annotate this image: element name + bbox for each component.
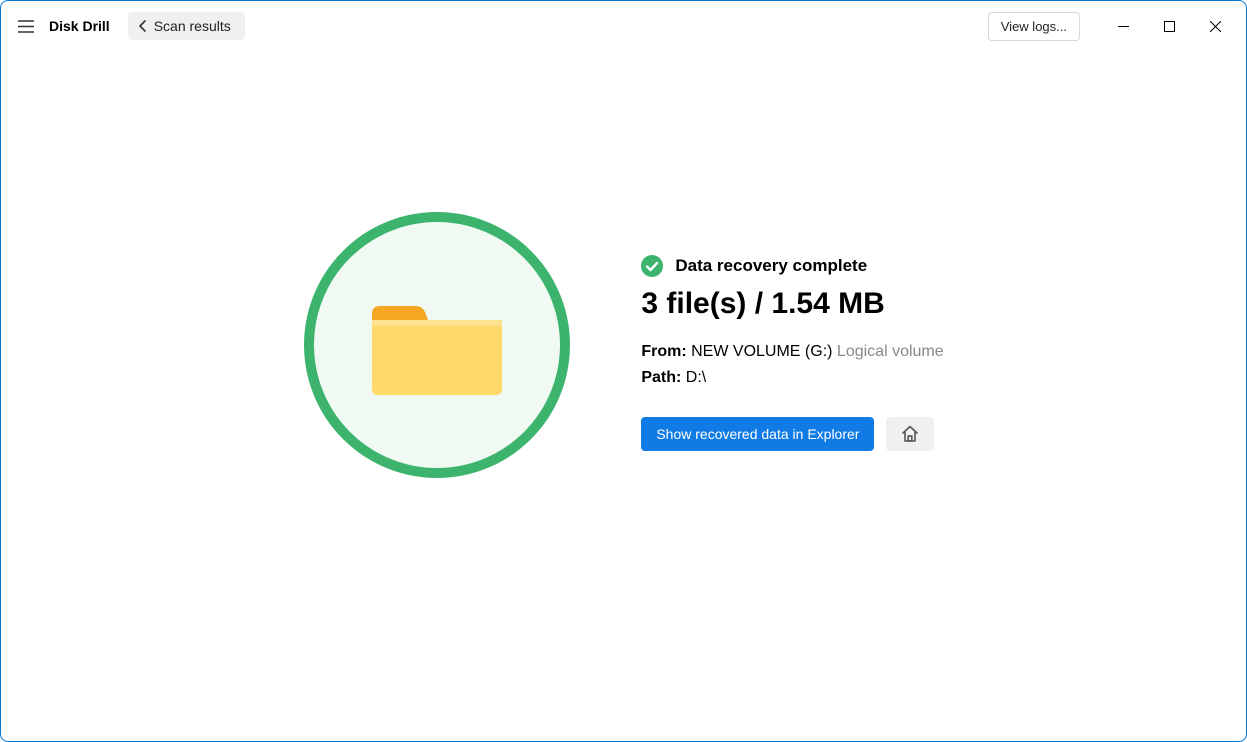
window-controls [1100,9,1238,43]
maximize-icon [1164,21,1175,32]
home-button[interactable] [886,417,934,451]
path-row: Path: D:\ [641,369,943,387]
minimize-button[interactable] [1100,9,1146,43]
close-button[interactable] [1192,9,1238,43]
home-icon [900,424,920,444]
folder-graphic [303,211,571,479]
path-value: D:\ [686,369,706,386]
from-label: From: [641,343,686,360]
titlebar: Disk Drill Scan results View logs... [1,1,1246,51]
result-panel: Data recovery complete 3 file(s) / 1.54 … [641,211,943,451]
show-in-explorer-button[interactable]: Show recovered data in Explorer [641,417,874,451]
action-row: Show recovered data in Explorer [641,417,943,451]
menu-button[interactable] [9,9,43,43]
status-text: Data recovery complete [675,256,867,276]
hamburger-icon [18,20,34,33]
from-value: NEW VOLUME (G:) [691,343,832,360]
minimize-icon [1118,21,1129,32]
folder-circle-icon [303,211,571,479]
close-icon [1210,21,1221,32]
app-title: Disk Drill [49,18,110,34]
from-row: From: NEW VOLUME (G:) Logical volume [641,343,943,361]
result-summary: 3 file(s) / 1.54 MB [641,287,943,321]
app-window: Disk Drill Scan results View logs... [0,0,1247,742]
back-button[interactable]: Scan results [128,12,245,40]
chevron-left-icon [138,20,146,32]
view-logs-button[interactable]: View logs... [988,12,1080,41]
path-label: Path: [641,369,681,386]
back-button-label: Scan results [154,18,231,34]
main-content: Data recovery complete 3 file(s) / 1.54 … [1,51,1246,741]
check-circle-icon [641,255,663,277]
status-line: Data recovery complete [641,255,943,277]
maximize-button[interactable] [1146,9,1192,43]
from-sub: Logical volume [837,343,944,360]
